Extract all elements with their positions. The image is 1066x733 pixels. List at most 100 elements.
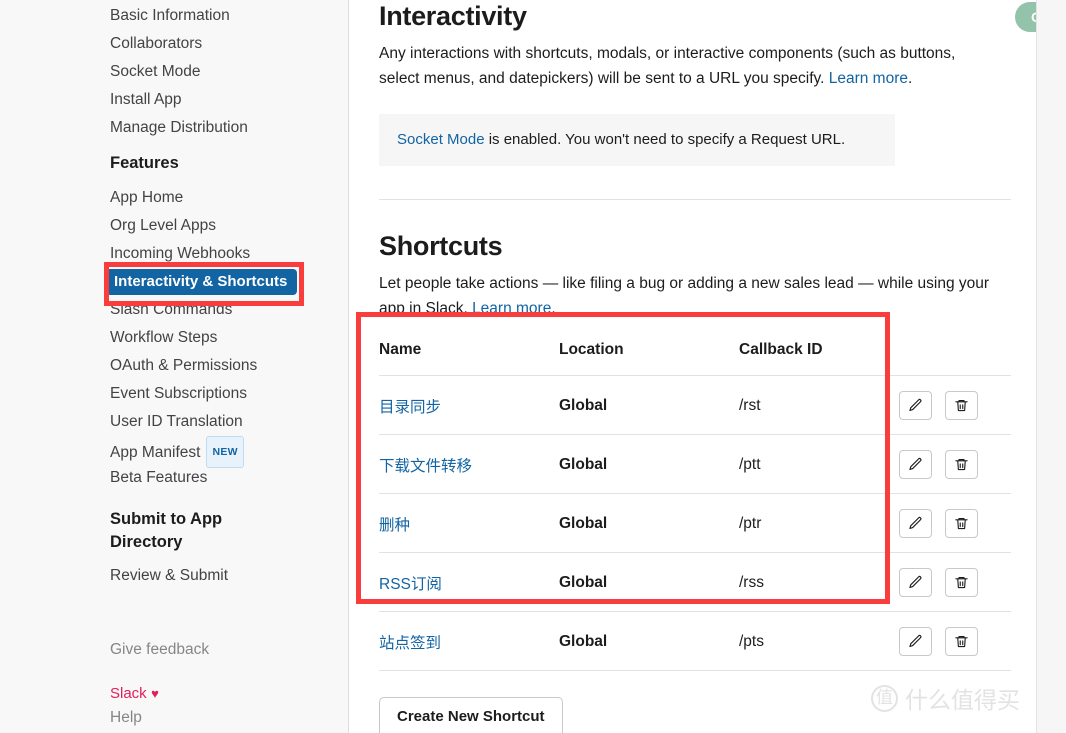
sidebar-heading-submit-line2: Directory (110, 533, 183, 551)
sidebar-item-install-app[interactable]: Install App (108, 86, 348, 114)
pencil-icon (908, 516, 923, 531)
cell-shortcut-callback-id: /rss (739, 552, 899, 612)
sidebar-item-help[interactable]: Help (108, 705, 348, 730)
left-gutter (0, 0, 108, 733)
column-header-name: Name (379, 341, 559, 376)
sidebar-item-org-level-apps[interactable]: Org Level Apps (108, 212, 348, 240)
cell-shortcut-actions (899, 552, 1011, 612)
table-row: RSS订阅 Global/rss (379, 552, 1011, 612)
sidebar-item-give-feedback[interactable]: Give feedback (108, 636, 348, 664)
sidebar-nav: Basic Information Collaborators Socket M… (106, 0, 349, 733)
cell-shortcut-actions (899, 375, 1011, 435)
delete-shortcut-button[interactable] (945, 391, 978, 420)
sidebar-item-interactivity-shortcuts-row: Interactivity & Shortcuts (106, 268, 348, 296)
shortcuts-description-period: . (551, 300, 556, 317)
content-column: Interactivity On Any interactions with s… (379, 0, 1066, 733)
shortcut-name-link[interactable]: 站点签到 (379, 635, 441, 652)
sidebar-item-user-id-translation[interactable]: User ID Translation (108, 408, 348, 436)
sidebar-item-app-manifest[interactable]: App Manifest (108, 444, 200, 461)
sidebar-item-event-subscriptions[interactable]: Event Subscriptions (108, 380, 348, 408)
table-row: 删种 Global/ptr (379, 493, 1011, 553)
sidebar-item-slack-row: Slack ♥ (108, 680, 348, 705)
page-title-interactivity: Interactivity (379, 1, 527, 31)
sidebar-item-socket-mode[interactable]: Socket Mode (108, 58, 348, 86)
section-divider (379, 199, 1011, 200)
cell-shortcut-location: Global (559, 611, 739, 671)
table-header-row: Name Location Callback ID (379, 341, 1011, 376)
shortcuts-description-text: Let people take actions — like filing a … (379, 275, 990, 317)
edit-shortcut-button[interactable] (899, 450, 932, 479)
shortcut-name-link[interactable]: 目录同步 (379, 399, 441, 416)
column-header-actions (899, 341, 1011, 376)
cell-shortcut-actions (899, 611, 1011, 671)
delete-shortcut-button[interactable] (945, 450, 978, 479)
sidebar-heading-features: Features (110, 154, 179, 172)
shortcut-name-link[interactable]: 删种 (379, 517, 410, 534)
main-content: Interactivity On Any interactions with s… (349, 0, 1066, 733)
shortcut-name-link[interactable]: 下载文件转移 (379, 458, 472, 475)
cell-shortcut-name: 站点签到 (379, 611, 559, 671)
sidebar-item-slash-commands[interactable]: Slash Commands (108, 296, 348, 324)
edit-shortcut-button[interactable] (899, 627, 932, 656)
sidebar-heading-submit-line1: Submit to App (110, 510, 223, 528)
pencil-icon (908, 634, 923, 649)
cell-shortcut-actions (899, 493, 1011, 553)
sidebar-item-collaborators[interactable]: Collaborators (108, 30, 348, 58)
socket-mode-link[interactable]: Socket Mode (397, 131, 485, 148)
pencil-icon (908, 457, 923, 472)
pencil-icon (908, 398, 923, 413)
sidebar-item-beta-features[interactable]: Beta Features (108, 464, 348, 492)
sidebar-item-app-home[interactable]: App Home (108, 184, 348, 212)
sidebar-item-slack[interactable]: Slack (108, 685, 147, 702)
watermark-text: 什么值得买 (905, 688, 1020, 714)
sidebar-item-review-submit[interactable]: Review & Submit (108, 562, 348, 590)
interactivity-description-period: . (907, 70, 913, 87)
cell-shortcut-name: RSS订阅 (379, 552, 559, 612)
shortcuts-description: Let people take actions — like filing a … (379, 271, 999, 321)
delete-shortcut-button[interactable] (945, 568, 978, 597)
shortcuts-table: Name Location Callback ID 目录同步 Global/rst… (379, 341, 1011, 671)
shortcuts-table-wrap: Name Location Callback ID 目录同步 Global/rst… (379, 341, 1011, 671)
edit-shortcut-button[interactable] (899, 568, 932, 597)
table-row: 站点签到 Global/pts (379, 611, 1011, 671)
sidebar-item-workflow-steps[interactable]: Workflow Steps (108, 324, 348, 352)
sidebar-item-manage-distribution[interactable]: Manage Distribution (108, 114, 348, 142)
trash-icon (954, 516, 969, 531)
watermark-logo-icon: 值 (871, 684, 898, 712)
sidebar-item-basic-information[interactable]: Basic Information (108, 2, 348, 30)
trash-icon (954, 634, 969, 649)
cell-shortcut-name: 下载文件转移 (379, 434, 559, 494)
shortcuts-table-body: 目录同步 Global/rst 下载文件转移 Global/ptt 删种 Global/p… (379, 375, 1011, 671)
learn-more-link-shortcuts[interactable]: Learn more (472, 300, 551, 317)
cell-shortcut-callback-id: /ptt (739, 434, 899, 494)
learn-more-link-interactivity[interactable]: Learn more (829, 70, 908, 87)
trash-icon (954, 575, 969, 590)
interactivity-description: Any interactions with shortcuts, modals,… (379, 41, 994, 91)
sidebar-item-interactivity-shortcuts[interactable]: Interactivity & Shortcuts (106, 269, 298, 295)
edit-shortcut-button[interactable] (899, 509, 932, 538)
delete-shortcut-button[interactable] (945, 627, 978, 656)
sidebar-item-incoming-webhooks[interactable]: Incoming Webhooks (108, 240, 348, 268)
trash-icon (954, 457, 969, 472)
delete-shortcut-button[interactable] (945, 509, 978, 538)
cell-shortcut-location: Global (559, 375, 739, 435)
trash-icon (954, 398, 969, 413)
column-header-callback-id: Callback ID (739, 341, 899, 376)
shortcuts-table-head: Name Location Callback ID (379, 341, 1011, 376)
heart-icon: ♥ (151, 686, 159, 701)
socket-mode-banner-text: is enabled. You won't need to specify a … (484, 131, 846, 148)
edit-shortcut-button[interactable] (899, 391, 932, 420)
table-row: 目录同步 Global/rst (379, 375, 1011, 435)
cell-shortcut-location: Global (559, 493, 739, 553)
shortcut-name-link[interactable]: RSS订阅 (379, 576, 442, 593)
create-new-shortcut-button[interactable]: Create New Shortcut (379, 697, 563, 733)
sidebar-item-oauth-permissions[interactable]: OAuth & Permissions (108, 352, 348, 380)
cell-shortcut-callback-id: /pts (739, 611, 899, 671)
page-root: Basic Information Collaborators Socket M… (0, 0, 1066, 733)
